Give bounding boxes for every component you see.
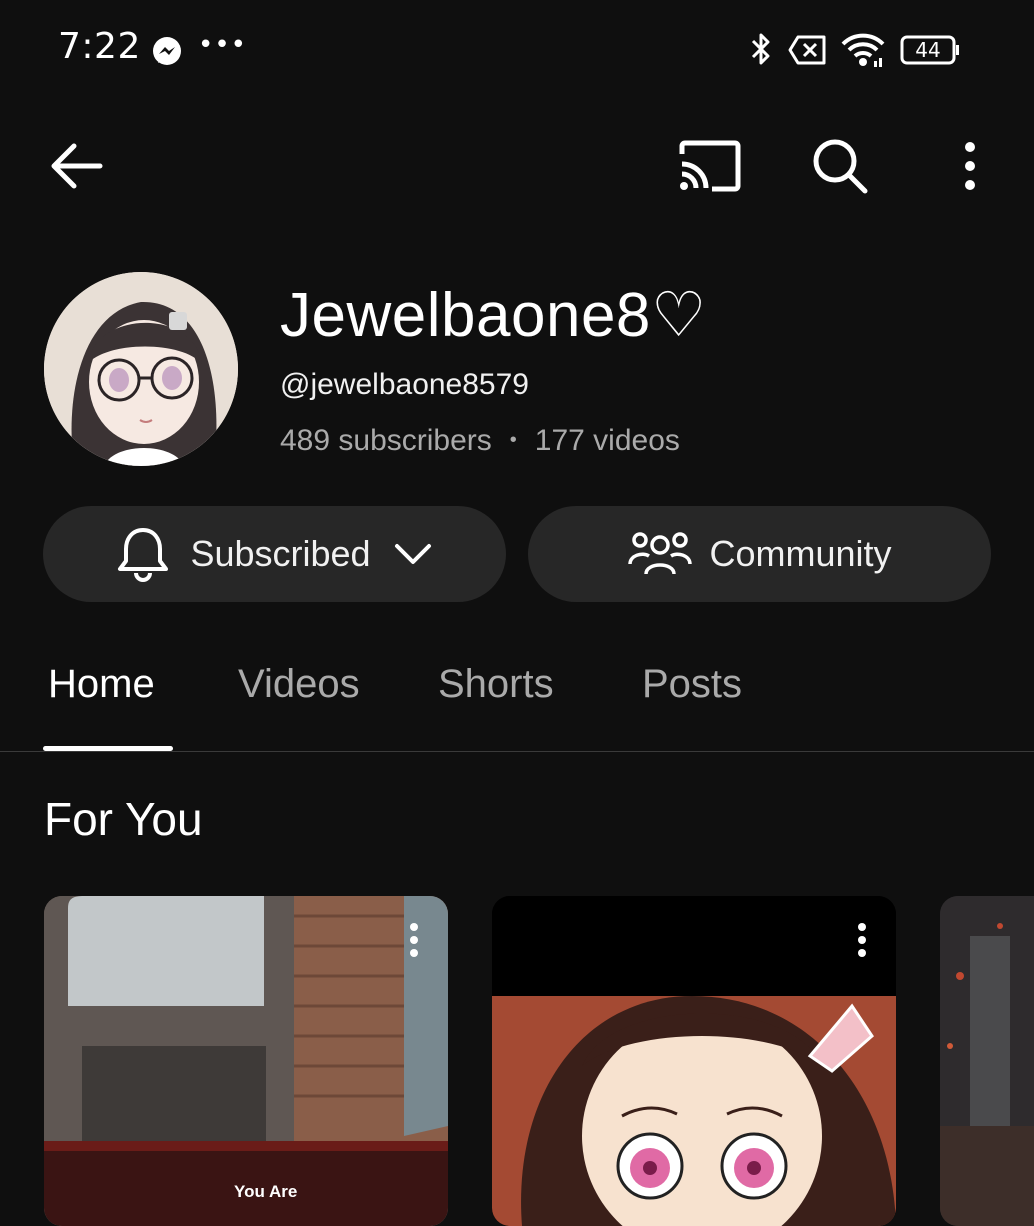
battery-level: 44 [915,38,941,62]
battery-icon: 44 [900,35,960,65]
video-thumbnail [492,896,896,1226]
community-label: Community [709,533,892,574]
community-icon [628,532,693,575]
video-card[interactable]: You Are [44,896,448,1226]
status-time: 7:22 [58,26,141,67]
more-vertical-icon [965,142,975,190]
video-count: 177 videos [534,424,680,457]
community-button[interactable]: Community [528,506,991,602]
more-vertical-icon [410,923,418,957]
subscribed-label: Subscribed [190,533,371,574]
tab-videos[interactable]: Videos [238,662,360,707]
tab-shorts[interactable]: Shorts [438,662,554,707]
tab-posts[interactable]: Posts [642,662,742,707]
tab-divider [0,751,1034,752]
more-options-button[interactable] [930,126,1010,206]
video-thumbnail [940,896,1034,1226]
stats-separator: • [509,429,517,451]
section-title: For You [44,793,203,845]
back-arrow-icon [51,143,103,189]
messenger-icon [153,37,181,65]
status-overflow-dots: ••• [198,30,248,60]
chevron-down-icon [394,544,431,564]
channel-handle: @jewelbaone8579 [280,368,529,401]
video-card-more-button[interactable] [842,918,882,962]
channel-avatar[interactable] [44,272,238,466]
subscribed-button[interactable]: Subscribed [43,506,506,602]
channel-name: Jewelbaone8♡ [280,281,707,350]
video-thumbnail [44,896,448,1226]
subscriber-count: 489 subscribers [280,424,492,457]
video-card-more-button[interactable] [394,918,434,962]
more-vertical-icon [858,923,866,957]
cast-icon [679,140,741,192]
back-button[interactable] [36,126,116,206]
wifi-icon [841,33,885,67]
tab-home[interactable]: Home [48,662,155,707]
search-icon [813,139,868,194]
video-card[interactable] [492,896,896,1226]
channel-stats: 489 subscribers • 177 videos [280,424,680,458]
no-sim-icon [788,35,826,65]
cast-button[interactable] [668,126,752,206]
video-card[interactable] [940,896,1034,1226]
search-button[interactable] [800,126,880,206]
bell-icon [118,528,169,582]
video-thumbnail-caption: You Are [234,1182,298,1201]
bluetooth-icon [751,33,770,65]
